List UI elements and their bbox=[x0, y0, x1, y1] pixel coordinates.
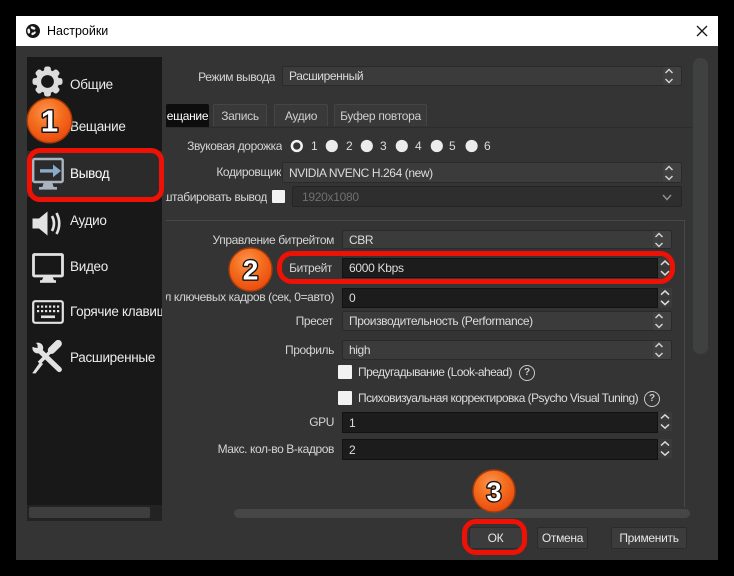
svg-text:3: 3 bbox=[486, 477, 501, 507]
svg-text:2: 2 bbox=[243, 255, 259, 286]
svg-text:1: 1 bbox=[41, 104, 58, 139]
